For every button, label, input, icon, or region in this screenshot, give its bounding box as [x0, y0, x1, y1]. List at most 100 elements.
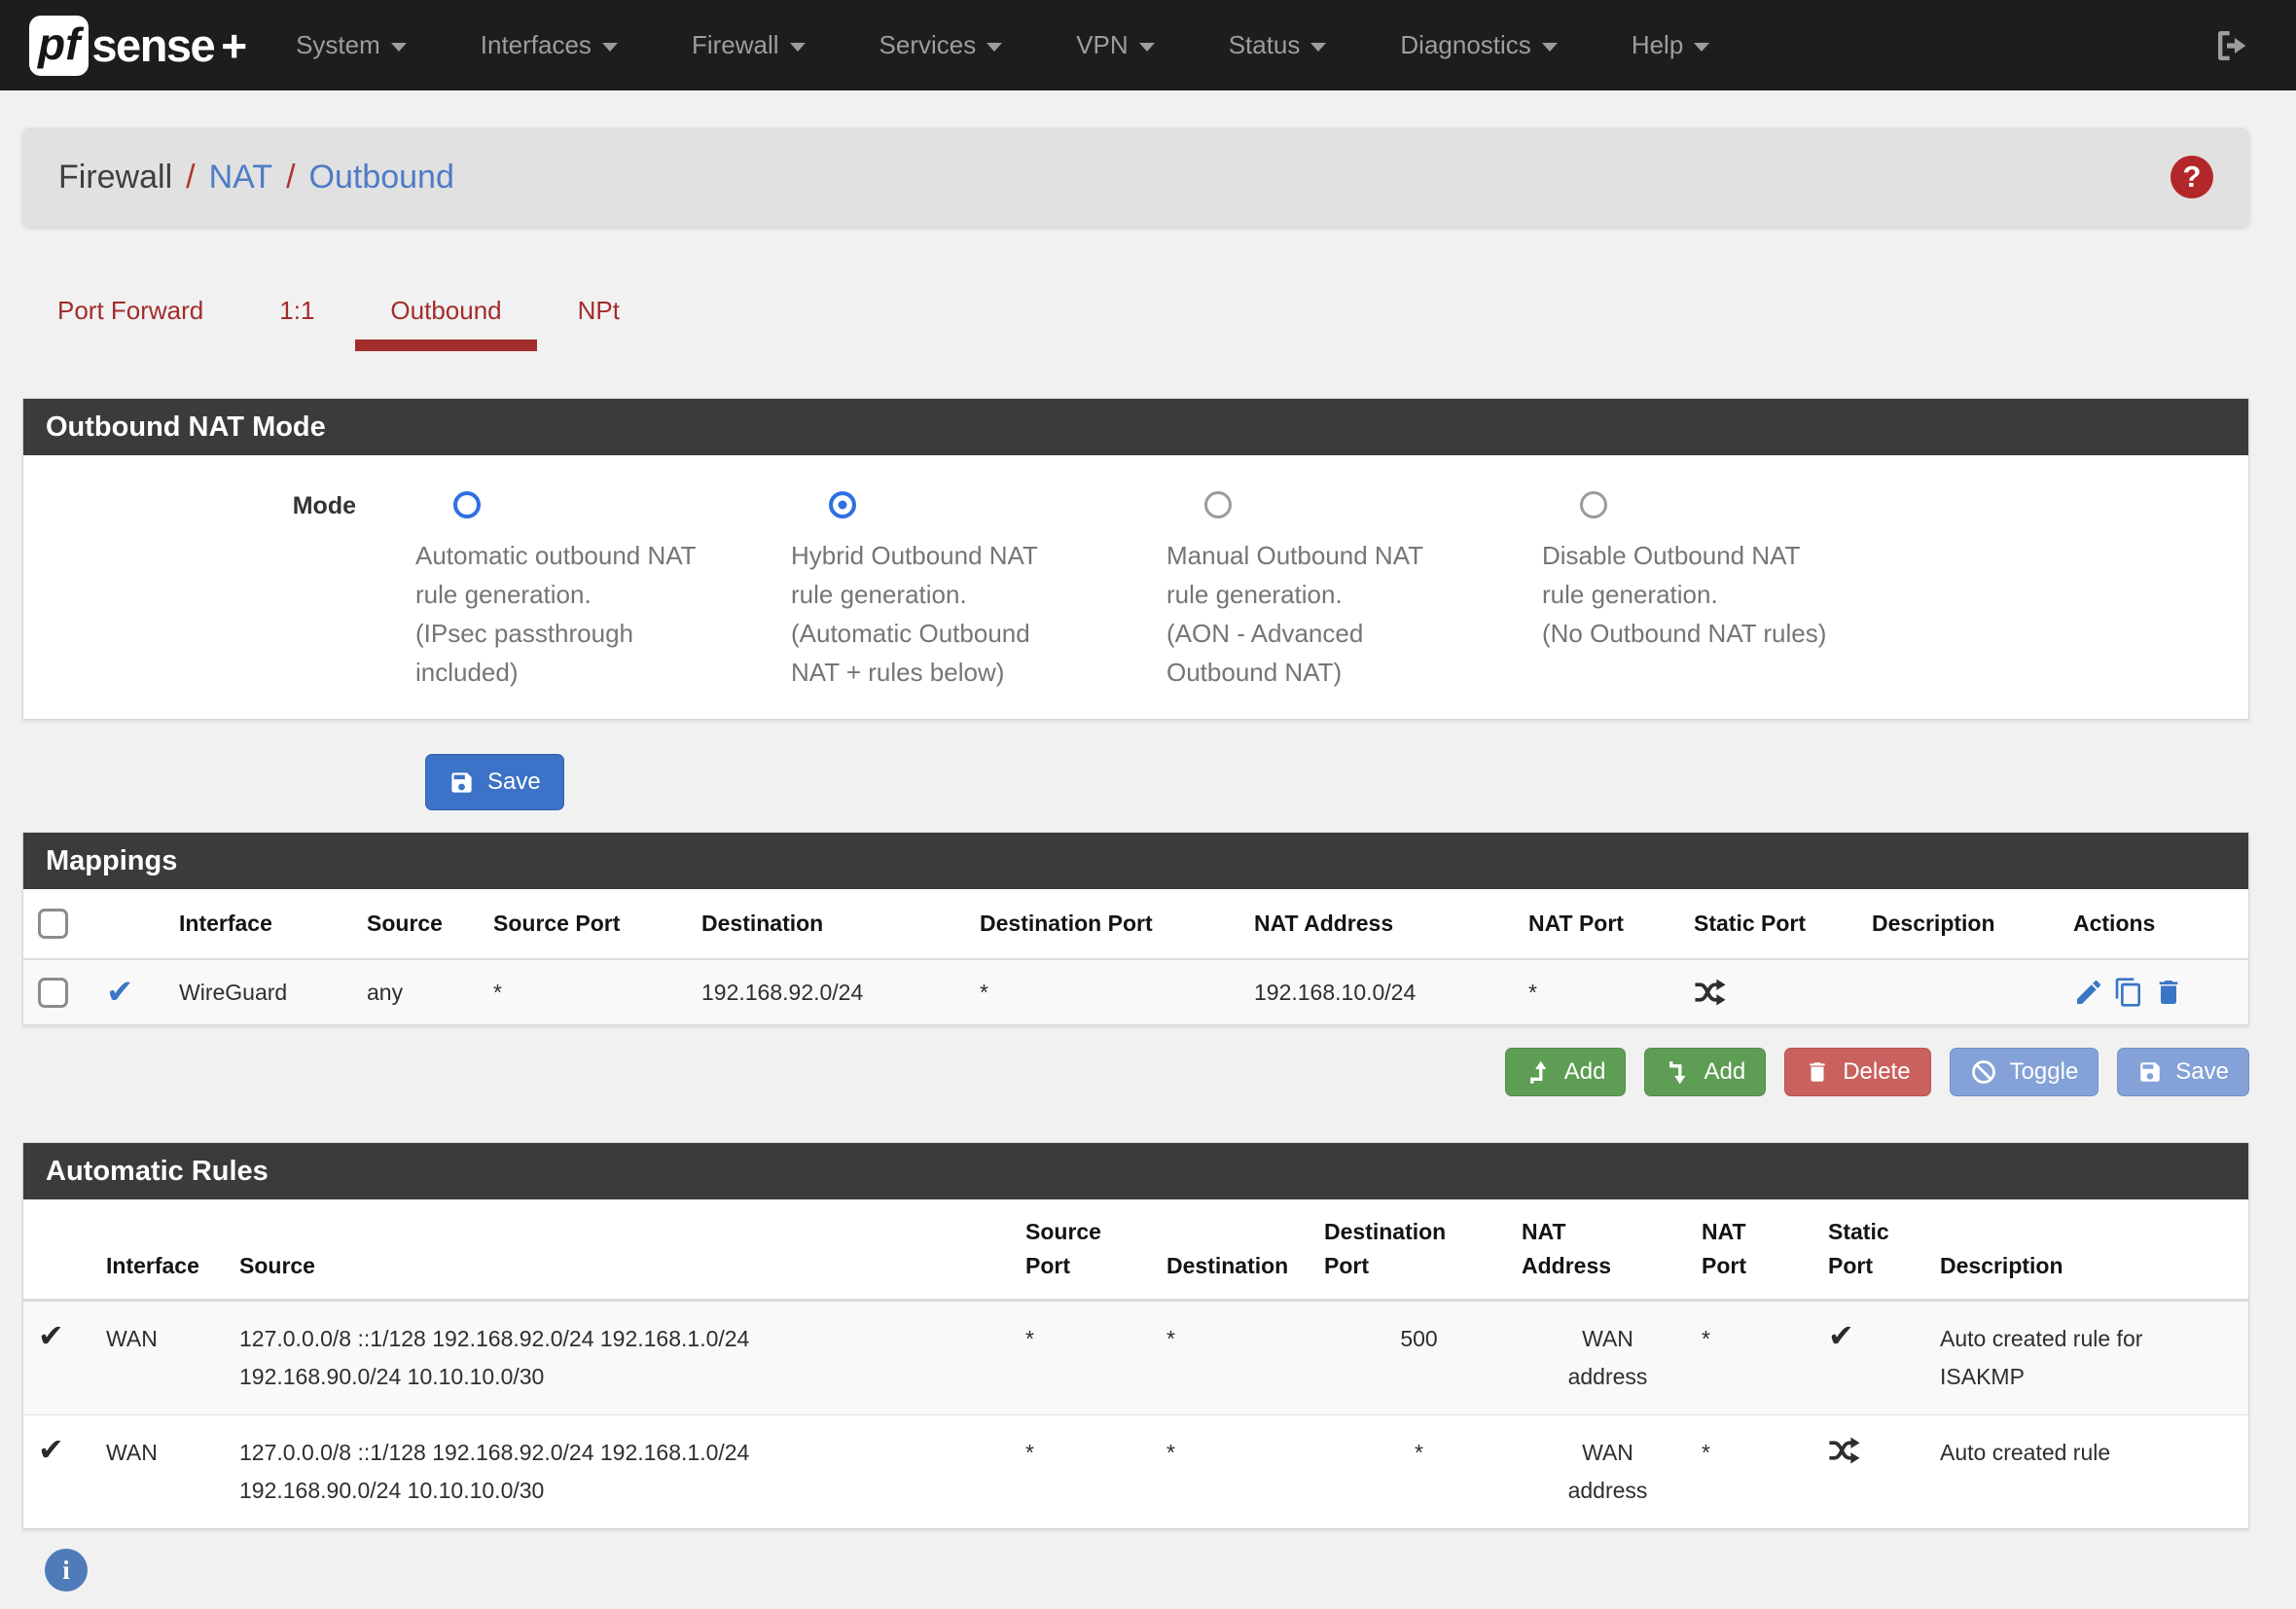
cell-destination-port: 500 [1324, 1301, 1522, 1415]
cell-source-port: * [1025, 1301, 1166, 1415]
shuffle-random-port-icon [1694, 976, 1864, 1009]
col-destination-port: Destination Port [980, 889, 1254, 959]
row-checkbox[interactable] [38, 978, 68, 1008]
cell-nat-port: * [1528, 959, 1694, 1024]
shuffle-random-port-icon [1828, 1434, 1932, 1467]
col-interface: Interface [179, 889, 367, 959]
sign-out-icon[interactable] [2213, 26, 2252, 65]
cell-nat-port: * [1702, 1301, 1828, 1415]
menu-vpn[interactable]: VPN [1039, 0, 1191, 90]
cell-source-port: * [493, 959, 701, 1024]
cell-destination: 192.168.92.0/24 [701, 959, 980, 1024]
automatic-rules-panel: Automatic Rules Interface Source Source … [22, 1142, 2249, 1529]
mode-option-disable: Disable Outbound NAT rule generation. (N… [1542, 491, 1918, 692]
cell-static-port [1828, 1415, 1940, 1529]
top-navbar: pf sense + System Interfaces Firewall Se… [0, 0, 2296, 90]
panel-title-outbound-nat-mode: Outbound NAT Mode [23, 399, 2248, 455]
radio-disable[interactable] [1580, 491, 1607, 518]
breadcrumb-page-outbound[interactable]: Outbound [309, 159, 454, 197]
floppy-save-icon [2137, 1059, 2163, 1085]
col-nat-port: NAT Port [1702, 1199, 1828, 1301]
caret-down-icon [790, 43, 806, 52]
caret-down-icon [1694, 43, 1709, 52]
add-rule-bottom-button[interactable]: Add [1644, 1048, 1766, 1096]
mappings-table: Interface Source Source Port Destination… [23, 889, 2248, 1024]
delete-selected-button[interactable]: Delete [1784, 1048, 1930, 1096]
col-nat-port: NAT Port [1528, 889, 1694, 959]
panel-title-mappings: Mappings [23, 833, 2248, 889]
tab-port-forward[interactable]: Port Forward [22, 282, 238, 351]
auto-rule-row: ✔ WAN 127.0.0.0/8 ::1/128 192.168.92.0/2… [23, 1415, 2248, 1529]
tab-outbound[interactable]: Outbound [355, 282, 536, 351]
menu-diagnostics[interactable]: Diagnostics [1363, 0, 1594, 90]
cell-static-port [1694, 959, 1872, 1024]
cell-interface: WAN [106, 1301, 239, 1415]
info-icon[interactable]: i [45, 1549, 88, 1591]
col-destination: Destination [1166, 1199, 1324, 1301]
menu-interfaces[interactable]: Interfaces [444, 0, 655, 90]
ban-icon [1970, 1058, 1997, 1086]
copy-icon[interactable] [2113, 977, 2144, 1008]
caret-down-icon [987, 43, 1002, 52]
static-port-check-icon: ✔ [1828, 1318, 1854, 1353]
select-all-checkbox[interactable] [38, 909, 68, 939]
radio-hybrid-selected[interactable] [829, 491, 856, 518]
menu-services[interactable]: Services [843, 0, 1040, 90]
col-source-port: Source Port [1025, 1199, 1166, 1301]
mode-option-label: Automatic outbound NAT rule generation. … [415, 536, 791, 692]
caret-down-icon [1542, 43, 1558, 52]
cell-nat-port: * [1702, 1415, 1828, 1529]
save-mappings-button[interactable]: Save [2117, 1048, 2249, 1096]
cell-source: any [367, 959, 493, 1024]
radio-manual[interactable] [1204, 491, 1232, 518]
mode-field-label: Mode [23, 491, 356, 692]
rule-enabled-check-icon: ✔ [38, 1432, 64, 1467]
breadcrumb-link-nat[interactable]: NAT [209, 159, 272, 197]
trash-icon [1805, 1059, 1830, 1085]
breadcrumb-separator: / [286, 159, 295, 197]
breadcrumb-separator: / [186, 159, 195, 197]
toggle-selected-button[interactable]: Toggle [1950, 1048, 2099, 1096]
status-column-header [23, 1199, 106, 1301]
nat-tabs: Port Forward 1:1 Outbound NPt [22, 282, 2249, 351]
plus-logo-text: + [221, 19, 247, 72]
caret-down-icon [1310, 43, 1326, 52]
cell-destination: * [1166, 1415, 1324, 1529]
delete-icon[interactable] [2153, 977, 2184, 1008]
main-menu: System Interfaces Firewall Services VPN … [259, 0, 1746, 90]
status-column-header [106, 889, 179, 959]
mappings-actions-bar: Add Add Delete Toggle Save [22, 1048, 2249, 1096]
col-interface: Interface [106, 1199, 239, 1301]
menu-help[interactable]: Help [1595, 0, 1746, 90]
cell-description: Auto created rule for ISAKMP [1940, 1301, 2248, 1415]
breadcrumb-section: Firewall [58, 159, 172, 197]
save-mode-button[interactable]: Save [425, 754, 564, 810]
menu-status[interactable]: Status [1192, 0, 1364, 90]
col-static-port: Static Port [1694, 889, 1872, 959]
tab-npt[interactable]: NPt [543, 282, 655, 351]
cell-nat-address: WAN address [1522, 1301, 1702, 1415]
sense-logo-text: sense [91, 18, 214, 72]
rule-enabled-check-icon: ✔ [38, 1318, 64, 1353]
pfsense-logo[interactable]: pf sense + [29, 16, 247, 76]
col-description: Description [1872, 889, 2073, 959]
col-nat-address: NAT Address [1254, 889, 1528, 959]
mode-form-row: Mode Automatic outbound NAT rule generat… [23, 455, 2248, 719]
radio-automatic[interactable] [453, 491, 481, 518]
caret-down-icon [602, 43, 618, 52]
tab-1-1[interactable]: 1:1 [244, 282, 349, 351]
col-source: Source [239, 1199, 1025, 1301]
edit-icon[interactable] [2073, 977, 2104, 1008]
rule-enabled-check-icon[interactable]: ✔ [106, 974, 134, 1011]
mapping-row: ✔ WireGuard any * 192.168.92.0/24 * 192.… [23, 959, 2248, 1024]
add-rule-top-button[interactable]: Add [1505, 1048, 1627, 1096]
mode-option-label: Disable Outbound NAT rule generation. (N… [1542, 536, 1918, 653]
menu-firewall[interactable]: Firewall [655, 0, 843, 90]
mode-option-hybrid: Hybrid Outbound NAT rule generation. (Au… [791, 491, 1166, 692]
menu-system[interactable]: System [259, 0, 444, 90]
level-up-icon [1525, 1059, 1552, 1086]
cell-destination-port: * [1324, 1415, 1522, 1529]
help-icon[interactable]: ? [2170, 156, 2213, 198]
breadcrumb: Firewall / NAT / Outbound ? [22, 127, 2249, 227]
col-actions: Actions [2073, 889, 2248, 959]
